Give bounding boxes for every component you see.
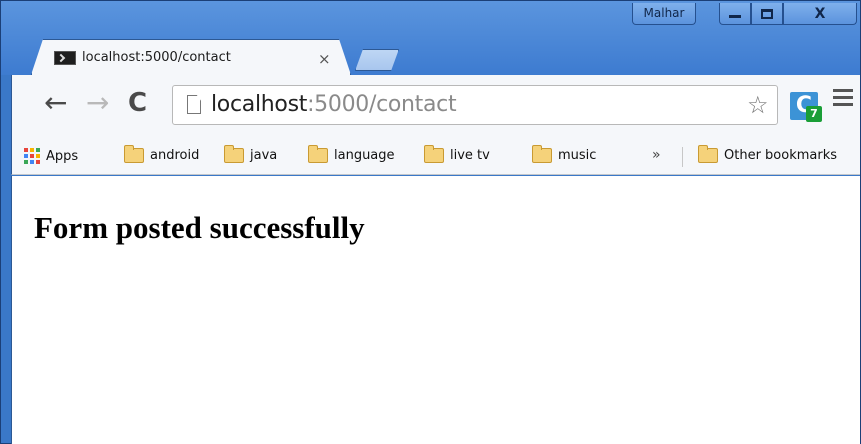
folder-icon: [424, 145, 444, 163]
bookmark-folder-android[interactable]: android: [124, 145, 200, 163]
folder-icon: [698, 145, 718, 163]
maximize-button[interactable]: [751, 3, 783, 25]
close-window-button[interactable]: X: [783, 3, 857, 25]
new-tab-button[interactable]: [355, 49, 399, 71]
hamburger-menu-icon[interactable]: [833, 89, 853, 110]
bookmark-label: Apps: [46, 148, 79, 164]
url-host: localhost: [211, 92, 308, 117]
bookmark-other-bookmarks[interactable]: Other bookmarks: [698, 145, 838, 163]
maximize-icon: [761, 8, 773, 19]
bookmark-apps[interactable]: Apps: [24, 148, 78, 164]
bookmark-label: language: [334, 148, 395, 163]
tab-close-icon[interactable]: ×: [318, 50, 331, 68]
bookmark-folder-language[interactable]: language: [308, 145, 395, 163]
tab-active[interactable]: localhost:5000/contact ×: [31, 39, 351, 75]
bookmark-label: android: [150, 148, 200, 163]
address-bar[interactable]: localhost:5000/contact ☆: [172, 85, 778, 125]
url-text[interactable]: localhost:5000/contact: [211, 92, 457, 117]
folder-icon: [124, 145, 144, 163]
bookmark-folder-java[interactable]: java: [224, 145, 278, 163]
minimize-icon: [729, 15, 741, 18]
bookmarks-overflow-icon[interactable]: »: [652, 147, 661, 163]
reload-icon[interactable]: C: [128, 89, 147, 117]
bookmark-label: live tv: [450, 148, 490, 163]
bookmarks-bar: Apps android java language live tv music…: [11, 139, 860, 175]
page-content: Form posted successfully: [11, 176, 860, 444]
folder-icon: [308, 145, 328, 163]
profile-button[interactable]: Malhar: [632, 3, 696, 25]
browser-window: Malhar X localhost:5000/contact × ← → C …: [0, 0, 861, 444]
extension-button[interactable]: C 7: [790, 92, 822, 122]
bookmark-label: music: [558, 148, 597, 163]
tab-title: localhost:5000/contact: [82, 50, 231, 65]
url-path: :5000/contact: [307, 92, 457, 117]
back-arrow-icon[interactable]: ←: [44, 89, 67, 117]
apps-grid-icon: [24, 148, 40, 164]
bookmark-folder-live-tv[interactable]: live tv: [424, 145, 490, 163]
page-heading: Form posted successfully: [34, 210, 365, 245]
page-icon: [187, 95, 201, 114]
bookmark-folder-music[interactable]: music: [532, 145, 597, 163]
navigation-toolbar: ← → C localhost:5000/contact ☆ C 7: [11, 75, 860, 139]
bookmark-label: Other bookmarks: [724, 148, 838, 163]
bookmark-star-icon[interactable]: ☆: [747, 91, 769, 119]
terminal-favicon-icon: [54, 51, 76, 65]
close-icon: X: [814, 5, 826, 22]
folder-icon: [532, 145, 552, 163]
bookmarks-separator: [682, 147, 683, 167]
folder-icon: [224, 145, 244, 163]
minimize-button[interactable]: [719, 3, 751, 25]
title-bar: Malhar X localhost:5000/contact ×: [1, 1, 860, 75]
forward-arrow-icon[interactable]: →: [86, 89, 109, 117]
bookmark-label: java: [250, 148, 278, 163]
extension-badge: 7: [806, 106, 822, 122]
